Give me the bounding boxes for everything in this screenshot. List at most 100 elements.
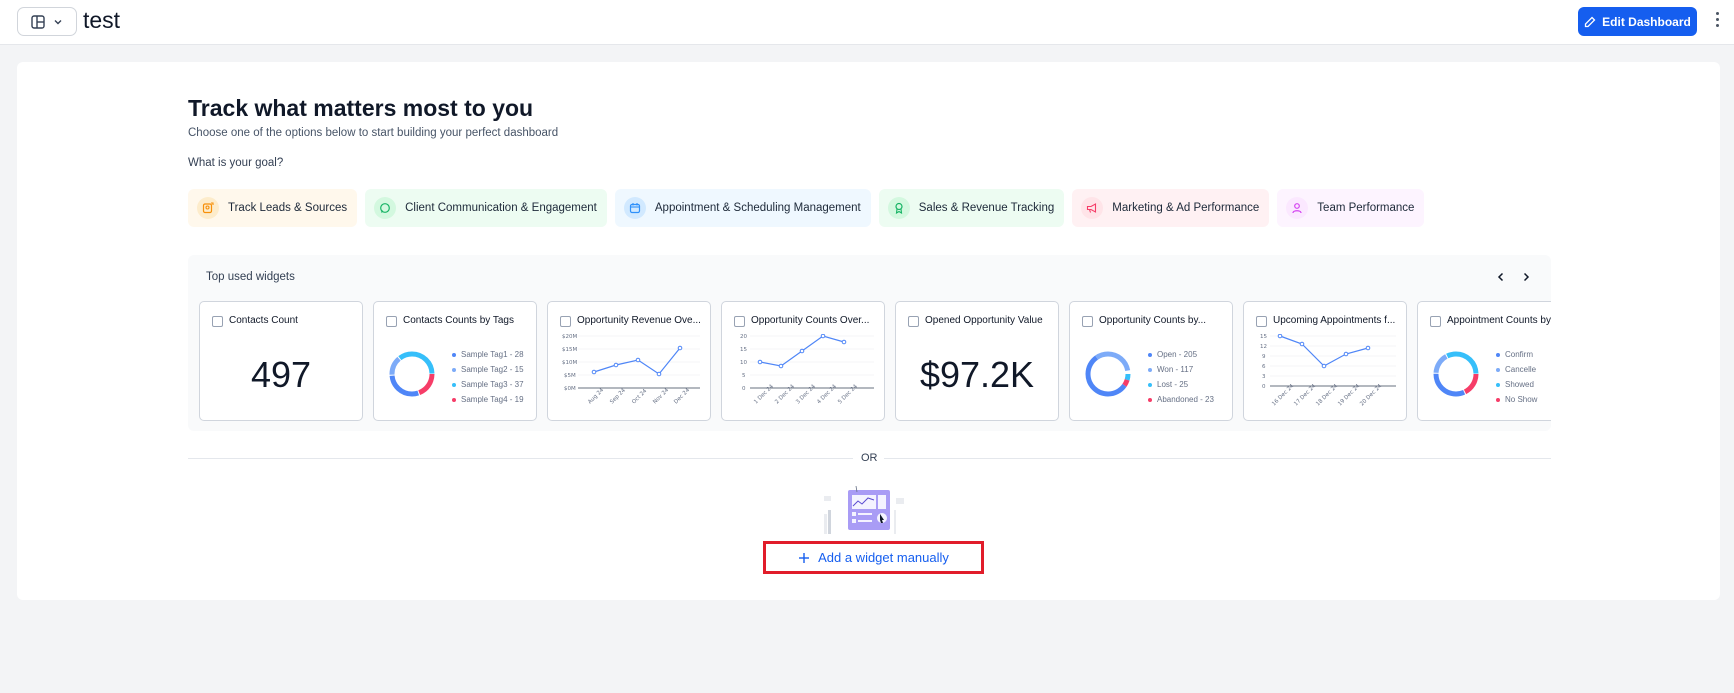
widget-card-list: Contacts Count 497 Contacts Counts by Ta…	[199, 301, 1551, 421]
goal-track-leads[interactable]: Track Leads & Sources	[188, 189, 358, 227]
chevron-left-icon[interactable]	[1493, 269, 1509, 285]
donut-chart	[1085, 351, 1131, 397]
widget-card-opportunity-counts-by[interactable]: Opportunity Counts by... Open - 205 Won …	[1069, 301, 1233, 421]
svg-text:0: 0	[1262, 384, 1266, 390]
legend-item: Open - 205	[1148, 347, 1214, 362]
widget-title: Opportunity Counts Over...	[751, 315, 870, 326]
donut-chart	[1433, 351, 1479, 397]
edit-dashboard-label: Edit Dashboard	[1602, 14, 1691, 29]
widget-card-opportunity-revenue[interactable]: Opportunity Revenue Ove... $20M $15M $10M $…	[547, 301, 711, 421]
goal-marketing-ads[interactable]: Marketing & Ad Performance	[1072, 189, 1270, 227]
svg-text:5 Dec 24: 5 Dec 24	[837, 383, 859, 405]
pencil-icon	[1585, 16, 1596, 27]
legend-item: Showed	[1496, 377, 1537, 392]
widget-checkbox[interactable]	[1082, 316, 1093, 327]
widget-card-appointment-counts-by[interactable]: Appointment Counts by... Confirm Cancell…	[1417, 301, 1551, 421]
user-icon	[1286, 197, 1309, 219]
widget-title: Opportunity Counts by...	[1099, 315, 1207, 326]
goal-label: Client Communication & Engagement	[405, 202, 597, 214]
legend-item: No Show	[1496, 392, 1537, 407]
widget-checkbox[interactable]	[1256, 316, 1267, 327]
svg-text:$10M: $10M	[562, 360, 577, 366]
legend-item: Confirm	[1496, 347, 1537, 362]
svg-text:Nov 24: Nov 24	[652, 387, 670, 405]
widget-card-contacts-by-tags[interactable]: Contacts Counts by Tags Sample Tag1 - 28…	[373, 301, 537, 421]
goal-team-performance[interactable]: Team Performance	[1277, 189, 1425, 227]
widget-checkbox[interactable]	[212, 316, 223, 327]
svg-text:$15M: $15M	[562, 347, 577, 353]
widget-title: Opened Opportunity Value	[925, 315, 1043, 326]
edit-dashboard-button[interactable]: Edit Dashboard	[1578, 7, 1697, 36]
svg-text:19 Dec 24: 19 Dec 24	[1337, 383, 1361, 407]
donut-chart	[389, 351, 435, 397]
widget-card-opportunity-counts-over-time[interactable]: Opportunity Counts Over... 20 15 10 5 0 1 De…	[721, 301, 885, 421]
svg-text:3 Dec 24: 3 Dec 24	[795, 383, 817, 405]
svg-text:9: 9	[1262, 354, 1266, 360]
svg-text:$20M: $20M	[562, 334, 577, 340]
svg-text:17 Dec 24: 17 Dec 24	[1293, 383, 1317, 407]
svg-text:1 Dec 24: 1 Dec 24	[753, 383, 775, 405]
svg-text:18 Dec 24: 18 Dec 24	[1315, 383, 1339, 407]
svg-text:2 Dec 24: 2 Dec 24	[774, 383, 796, 405]
line-chart: 15 12 9 6 3 0 16 Dec 24 17 Dec 24 18 Dec 24 1…	[1260, 334, 1396, 407]
svg-text:20 Dec 24: 20 Dec 24	[1359, 383, 1383, 407]
award-icon	[887, 197, 910, 219]
layout-icon	[31, 14, 45, 29]
goal-sales-revenue[interactable]: Sales & Revenue Tracking	[878, 189, 1065, 227]
legend-item: Sample Tag1 - 28	[452, 347, 524, 362]
widget-title: Opportunity Revenue Ove...	[577, 315, 701, 326]
goal-client-communication[interactable]: Client Communication & Engagement	[365, 189, 607, 227]
widget-value: 497	[250, 354, 312, 395]
goal-options: Track Leads & Sources Client Communicati…	[188, 189, 1425, 227]
layout-selector[interactable]	[17, 7, 77, 36]
widget-illustration	[824, 486, 904, 534]
svg-text:15: 15	[740, 347, 747, 353]
svg-text:20: 20	[740, 334, 747, 340]
chevron-right-icon[interactable]	[1518, 269, 1534, 285]
goal-question: What is your goal?	[188, 157, 284, 169]
legend-item: Lost - 25	[1148, 377, 1214, 392]
line-chart: 20 15 10 5 0 1 Dec 24 2 Dec 24 3 Dec 24 4 De…	[740, 334, 874, 405]
widget-checkbox[interactable]	[734, 316, 745, 327]
chat-icon	[374, 197, 397, 219]
widget-checkbox[interactable]	[1430, 316, 1441, 327]
goal-label: Marketing & Ad Performance	[1112, 202, 1260, 214]
divider-right	[884, 458, 1551, 459]
svg-text:$5M: $5M	[564, 373, 576, 379]
top-used-widgets-panel: Top used widgets Contacts Count 497 Cont…	[188, 255, 1551, 431]
lead-icon	[197, 197, 219, 219]
svg-text:4 Dec 24: 4 Dec 24	[816, 383, 838, 405]
donut-legend: Sample Tag1 - 28 Sample Tag2 - 15 Sample…	[452, 347, 524, 407]
widget-checkbox[interactable]	[386, 316, 397, 327]
calendar-icon	[623, 197, 646, 219]
plus-icon	[799, 552, 810, 563]
widget-card-contacts-count[interactable]: Contacts Count 497	[199, 301, 363, 421]
widget-checkbox[interactable]	[908, 316, 919, 327]
goal-label: Sales & Revenue Tracking	[918, 202, 1055, 214]
widget-value: $97.2K	[919, 354, 1035, 395]
widget-title: Appointment Counts by...	[1447, 315, 1551, 326]
page-headline: Track what matters most to you	[188, 95, 534, 121]
svg-text:12: 12	[1260, 344, 1267, 350]
svg-text:0: 0	[742, 386, 746, 392]
widget-title: Upcoming Appointments f...	[1273, 315, 1396, 326]
svg-text:Oct 24: Oct 24	[631, 388, 649, 406]
donut-legend: Open - 205 Won - 117 Lost - 25 Abandoned…	[1148, 347, 1214, 407]
dashboard-title: test	[83, 7, 121, 33]
widget-card-upcoming-appointments[interactable]: Upcoming Appointments f... 15 12 9 6 3 0 16 D…	[1243, 301, 1407, 421]
widget-card-opened-opportunity-value[interactable]: Opened Opportunity Value $97.2K	[895, 301, 1059, 421]
chevron-down-icon	[54, 19, 62, 24]
top-used-widgets-title: Top used widgets	[206, 271, 295, 283]
divider-or-text: OR	[861, 452, 878, 464]
widget-checkbox[interactable]	[560, 316, 571, 327]
svg-text:15: 15	[1260, 334, 1267, 340]
widget-title: Contacts Counts by Tags	[403, 315, 514, 326]
legend-item: Cancelle	[1496, 362, 1537, 377]
add-widget-manually-button[interactable]: Add a widget manually	[763, 541, 984, 574]
svg-text:16 Dec 24: 16 Dec 24	[1271, 383, 1295, 407]
more-options-icon[interactable]	[1712, 12, 1722, 32]
svg-text:10: 10	[740, 360, 747, 366]
goal-label: Team Performance	[1317, 202, 1415, 214]
goal-appointment-scheduling[interactable]: Appointment & Scheduling Management	[614, 189, 871, 227]
svg-text:3: 3	[1262, 374, 1266, 380]
